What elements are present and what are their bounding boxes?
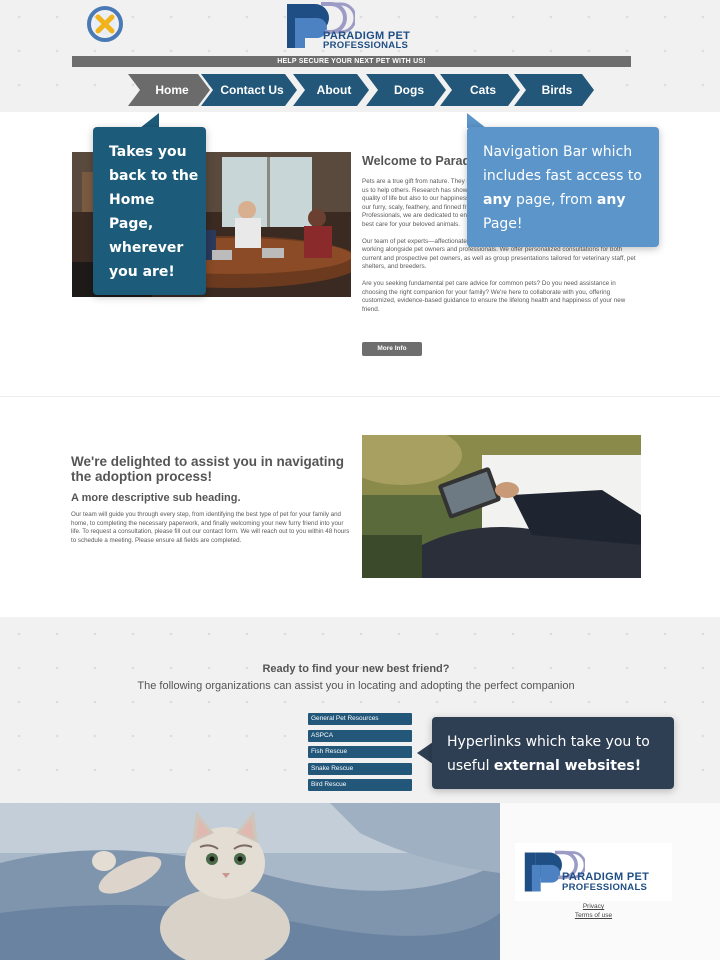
tablet-consultation-photo [362, 435, 641, 578]
section-divider [0, 396, 720, 397]
tagline-banner: HELP SECURE YOUR NEXT PET WITH US! [72, 56, 631, 67]
welcome-paragraph-3: Are you seeking fundamental pet care adv… [362, 279, 626, 313]
callout-navigation-text: Navigation Bar which includes fast acces… [483, 144, 642, 232]
nav-cats[interactable]: Cats [440, 74, 520, 106]
resources-title: Ready to find your new best friend? [262, 663, 450, 675]
callout-hyperlinks-text: Hyperlinks which take you to useful exte… [447, 734, 650, 774]
nav-birds[interactable]: Birds [514, 74, 594, 106]
nav-dogs[interactable]: Dogs [366, 74, 446, 106]
footer-brand-logo[interactable]: PARADIGM PET PROFESSIONALS [515, 843, 672, 901]
kitten-photo [0, 803, 500, 960]
badge-logo-icon[interactable] [84, 6, 126, 42]
footer-brand-line2: PROFESSIONALS [562, 882, 648, 893]
adoption-title: We're delighted to assist you in navigat… [71, 454, 345, 484]
brand-name-line2: PROFESSIONALS [323, 40, 409, 51]
nav-about[interactable]: About [293, 74, 369, 106]
nav-home-label: Home [155, 83, 189, 97]
adoption-section: We're delighted to assist you in navigat… [71, 454, 351, 545]
callout-home: Takes you back to the Home Page, whereve… [93, 127, 206, 295]
more-info-button[interactable]: More Info [362, 342, 422, 356]
nav-home[interactable]: Home [128, 74, 210, 106]
terms-of-use-link[interactable]: Terms of use [515, 912, 672, 919]
nav-contact-us-label: Contact Us [220, 83, 284, 97]
link-general-pet-resources[interactable]: General Pet Resources [308, 713, 412, 725]
link-snake-rescue[interactable]: Snake Rescue [308, 763, 412, 775]
link-aspca[interactable]: ASPCA [308, 730, 412, 742]
nav-birds-label: Birds [541, 83, 573, 97]
nav-contact-us[interactable]: Contact Us [201, 74, 297, 106]
callout-home-text: Takes you back to the Home Page, whereve… [109, 144, 199, 280]
callout-links-pointer [417, 742, 433, 764]
link-fish-rescue[interactable]: Fish Rescue [308, 746, 412, 758]
brand-logo[interactable]: PARADIGM PET PROFESSIONALS [285, 2, 435, 51]
callout-home-pointer [140, 113, 159, 128]
adoption-body: Our team will guide you through every st… [71, 511, 350, 544]
main-navigation: Home Contact Us About Dogs Cats Birds [128, 74, 598, 106]
nav-dogs-label: Dogs [394, 83, 424, 97]
nav-about-label: About [316, 83, 352, 97]
callout-nav-pointer [467, 113, 486, 128]
callout-navigation: Navigation Bar which includes fast acces… [467, 127, 659, 247]
nav-cats-label: Cats [469, 83, 496, 97]
link-bird-rescue[interactable]: Bird Rescue [308, 779, 412, 791]
privacy-link[interactable]: Privacy [515, 903, 672, 910]
resources-subtitle: The following organizations can assist y… [137, 680, 575, 692]
adoption-subheading: A more descriptive sub heading. [71, 492, 241, 504]
callout-hyperlinks: Hyperlinks which take you to useful exte… [432, 717, 674, 789]
